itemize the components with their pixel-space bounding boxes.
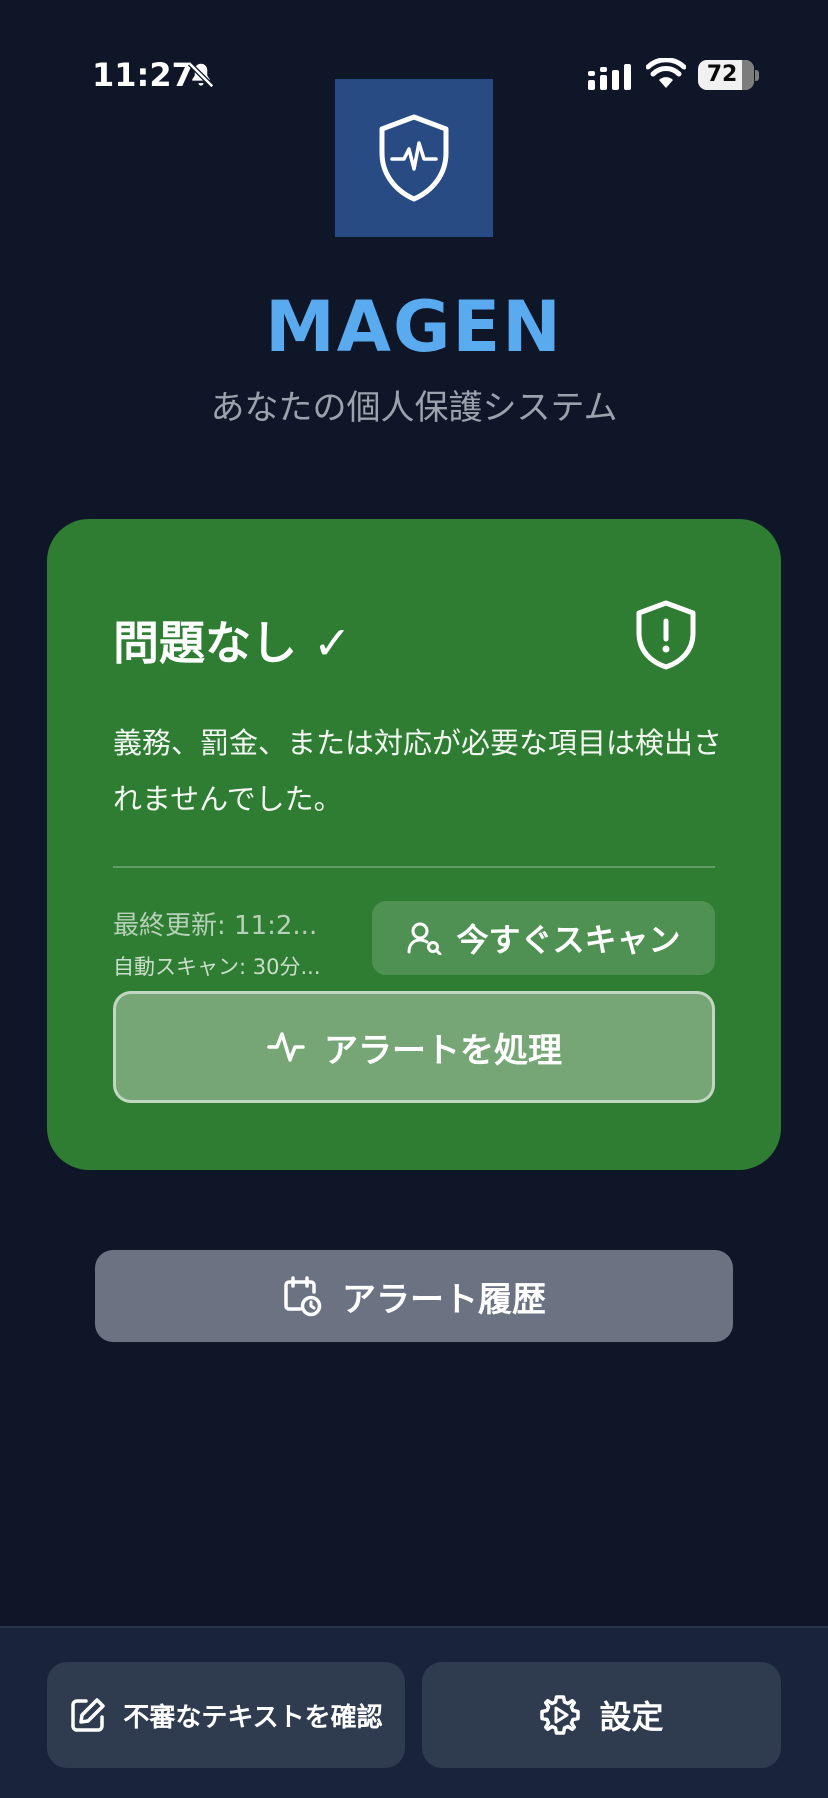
user-search-icon <box>407 922 442 955</box>
edit-icon <box>71 1698 106 1732</box>
app-screen: 11:27 72 MAGEN あなたの個人保護システム 問題なし ✓ 義務、罰金… <box>0 0 828 1798</box>
process-alerts-button[interactable]: アラートを処理 <box>113 991 715 1103</box>
status-title: 問題なし ✓ <box>113 616 352 670</box>
bell-slash-icon <box>187 61 215 89</box>
shield-heartbeat-icon <box>379 114 449 202</box>
calendar-clock-icon <box>284 1276 322 1317</box>
gear-icon <box>540 1695 581 1735</box>
status-time: 11:27 <box>92 56 194 94</box>
battery-level: 72 <box>706 62 738 87</box>
settings-label: 設定 <box>599 1698 664 1736</box>
last-updated-text: 最終更新: 11:2... <box>113 911 318 941</box>
card-divider <box>113 866 715 868</box>
app-subtitle: あなたの個人保護システム <box>210 388 618 428</box>
app-logo <box>335 79 493 237</box>
app-title: MAGEN <box>265 286 563 368</box>
shield-alert-icon <box>636 600 696 670</box>
activity-icon <box>267 1032 305 1062</box>
auto-scan-text: 自動スキャン: 30分... <box>113 955 321 979</box>
check-suspicious-text-button[interactable]: 不審なテキストを確認 <box>47 1662 405 1768</box>
alert-history-button[interactable]: アラート履歴 <box>95 1250 733 1342</box>
alert-history-label: アラート履歴 <box>342 1279 546 1320</box>
bottom-bar: 不審なテキストを確認 設定 <box>0 1626 828 1798</box>
wifi-icon <box>646 58 686 88</box>
cellular-signal-icon <box>588 64 631 90</box>
settings-button[interactable]: 設定 <box>422 1662 781 1768</box>
check-suspicious-text-label: 不審なテキストを確認 <box>123 1702 383 1733</box>
battery-icon: 72 <box>698 60 759 92</box>
process-alerts-label: アラートを処理 <box>324 1030 562 1071</box>
status-card: 問題なし ✓ 義務、罰金、または対応が必要な項目は検出されませんでした。 最終更… <box>47 519 781 1170</box>
scan-now-label: 今すぐスキャン <box>456 921 681 959</box>
status-description: 義務、罰金、または対応が必要な項目は検出されませんでした。 <box>113 726 723 816</box>
scan-now-button[interactable]: 今すぐスキャン <box>372 901 715 975</box>
